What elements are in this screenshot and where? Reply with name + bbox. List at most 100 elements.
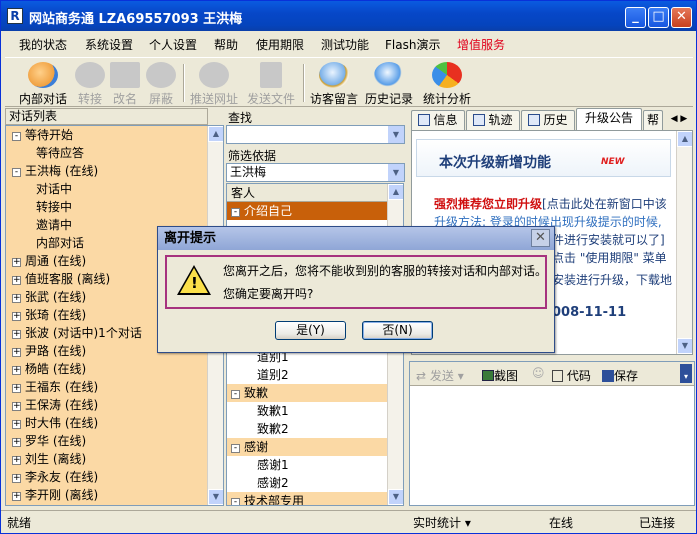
expand-icon[interactable]: + <box>12 348 21 357</box>
notice-scrollbar[interactable]: ▲ ▼ <box>676 131 692 354</box>
emoticon-icon[interactable]: ☺ <box>532 366 545 380</box>
push-url-button[interactable]: 推送网址 <box>189 62 239 106</box>
reply-item[interactable]: 感谢1 <box>257 456 289 474</box>
tree-group-item[interactable]: + 值班客服 (离线) <box>12 270 110 288</box>
expand-icon[interactable]: + <box>12 330 21 339</box>
title-bar[interactable]: R 网站商务通 LZA69557093 王洪梅 _ □ ✕ <box>1 1 696 31</box>
menu-flash-demo[interactable]: Flash演示 <box>385 36 440 53</box>
tree-group-item[interactable]: + 尹路 (在线) <box>12 342 86 360</box>
reply-item[interactable]: 感谢2 <box>257 474 289 492</box>
code-button[interactable]: 代码 <box>552 367 591 384</box>
tree-group-item[interactable]: - 等待开始 <box>12 126 73 144</box>
history-button[interactable]: 历史记录 <box>363 62 415 106</box>
scroll-down-icon[interactable]: ▼ <box>388 489 403 505</box>
collapse-icon[interactable]: - <box>231 208 240 217</box>
no-button[interactable]: 否(N) <box>362 321 433 340</box>
expand-icon[interactable]: + <box>12 492 21 501</box>
tree-sub-item[interactable]: 内部对话 <box>36 234 84 252</box>
visitor-message-button[interactable]: 访客留言 <box>309 62 359 106</box>
tree-sub-item[interactable]: 等待应答 <box>36 144 84 162</box>
scroll-down-icon[interactable]: ▼ <box>677 338 692 354</box>
collapse-icon[interactable]: - <box>12 132 21 141</box>
scroll-up-icon[interactable]: ▲ <box>677 131 692 147</box>
chat-input-area[interactable]: ⇄ 发送 ▾ 截图 ☺ 代码 保存 ▾ <box>409 361 695 506</box>
send-file-button[interactable]: 发送文件 <box>245 62 297 106</box>
menu-personal-settings[interactable]: 个人设置 <box>149 36 197 53</box>
reply-item[interactable]: 致歉1 <box>257 402 289 420</box>
tree-group-item[interactable]: + 张波 (对话中)1个对话 <box>12 324 142 342</box>
collapse-icon[interactable]: - <box>231 498 240 505</box>
internal-chat-button[interactable]: 内部对话 <box>15 62 71 106</box>
dropdown-arrow-icon[interactable]: ▼ <box>388 126 404 143</box>
tree-group-item[interactable]: + 李永友 (在线) <box>12 468 98 486</box>
filter-combo[interactable]: 王洪梅 ▼ <box>226 163 405 182</box>
open-new-window-link[interactable]: [点击此处在新窗口中该 <box>542 197 667 211</box>
menu-usage-period[interactable]: 使用期限 <box>256 36 304 53</box>
statistics-button[interactable]: 统计分析 <box>419 62 475 106</box>
expand-icon[interactable]: + <box>12 384 21 393</box>
transfer-button[interactable]: 转接 <box>73 62 107 106</box>
expand-icon[interactable]: + <box>12 438 21 447</box>
dialog-close-icon[interactable]: ✕ <box>531 229 550 247</box>
screenshot-button[interactable]: 截图 <box>482 367 518 384</box>
tab-help[interactable]: 帮 <box>643 110 663 130</box>
collapse-icon[interactable]: - <box>231 390 240 399</box>
expand-icon[interactable]: + <box>12 312 21 321</box>
yes-button[interactable]: 是(Y) <box>275 321 346 340</box>
tab-info[interactable]: 信息 <box>411 110 465 130</box>
expand-icon[interactable]: + <box>12 474 21 483</box>
toolbar-overflow-icon[interactable]: ▾ <box>680 364 692 383</box>
tree-sub-item[interactable]: 邀请中 <box>36 216 72 234</box>
tree-sub-item[interactable]: 转接中 <box>36 198 72 216</box>
close-button[interactable]: ✕ <box>671 7 692 28</box>
collapse-icon[interactable]: - <box>12 168 21 177</box>
menu-my-status[interactable]: 我的状态 <box>19 36 67 53</box>
tree-group-item[interactable]: + 时大伟 (在线) <box>12 414 98 432</box>
menu-test-features[interactable]: 测试功能 <box>321 36 369 53</box>
reply-category[interactable]: - 致歉 <box>227 384 389 402</box>
collapse-icon[interactable]: - <box>231 444 240 453</box>
tree-group-item[interactable]: + 张琦 (在线) <box>12 306 86 324</box>
expand-icon[interactable]: + <box>12 456 21 465</box>
minimize-button[interactable]: _ <box>625 7 646 28</box>
send-button[interactable]: ⇄ 发送 ▾ <box>416 367 464 384</box>
tree-sub-item[interactable]: 对话中 <box>36 180 72 198</box>
tree-group-item[interactable]: - 王洪梅 (在线) <box>12 162 98 180</box>
menu-help[interactable]: 帮助 <box>214 36 238 53</box>
reply-category[interactable]: - 技术部专用 <box>227 492 389 505</box>
tree-group-item[interactable]: + 杨皓 (在线) <box>12 360 86 378</box>
expand-icon[interactable]: + <box>12 366 21 375</box>
tab-track[interactable]: 轨迹 <box>466 110 520 130</box>
expand-icon[interactable]: + <box>12 420 21 429</box>
reply-category[interactable]: - 介绍自己 <box>227 202 389 220</box>
block-button[interactable]: 屏蔽 <box>144 62 178 106</box>
menu-value-added-services[interactable]: 增值服务 <box>457 36 505 53</box>
rename-button[interactable]: 改名 <box>108 62 142 106</box>
search-combo[interactable]: ▼ <box>226 125 405 144</box>
tree-group-item[interactable]: + 周通 (在线) <box>12 252 86 270</box>
scroll-up-icon[interactable]: ▲ <box>388 184 403 200</box>
expand-icon[interactable]: + <box>12 402 21 411</box>
menu-system-settings[interactable]: 系统设置 <box>85 36 133 53</box>
tree-group-item[interactable]: + 王保涛 (在线) <box>12 396 98 414</box>
tab-scroll-arrows[interactable]: ◀ ▶ <box>665 111 693 127</box>
tab-history[interactable]: 历史 <box>521 110 575 130</box>
tree-group-item[interactable]: + 张武 (在线) <box>12 288 86 306</box>
tree-group-item[interactable]: + 刘生 (离线) <box>12 450 86 468</box>
dialog-title[interactable]: 离开提示 <box>158 227 554 250</box>
expand-icon[interactable]: + <box>12 276 21 285</box>
save-button[interactable]: 保存 <box>602 367 638 384</box>
tab-upgrade-notice[interactable]: 升级公告 <box>576 108 642 130</box>
scroll-up-icon[interactable]: ▲ <box>208 126 223 142</box>
reply-category[interactable]: - 感谢 <box>227 438 389 456</box>
reply-item[interactable]: 道别2 <box>257 366 289 384</box>
reply-item[interactable]: 致歉2 <box>257 420 289 438</box>
expand-icon[interactable]: + <box>12 258 21 267</box>
expand-icon[interactable]: + <box>12 294 21 303</box>
scroll-down-icon[interactable]: ▼ <box>208 489 223 505</box>
tree-group-item[interactable]: + 李开刚 (离线) <box>12 486 98 504</box>
tree-group-item[interactable]: + 王福东 (在线) <box>12 378 98 396</box>
realtime-stats-button[interactable]: 实时统计 ▾ <box>413 514 471 531</box>
maximize-button[interactable]: □ <box>648 7 669 28</box>
dropdown-arrow-icon[interactable]: ▼ <box>388 164 404 181</box>
